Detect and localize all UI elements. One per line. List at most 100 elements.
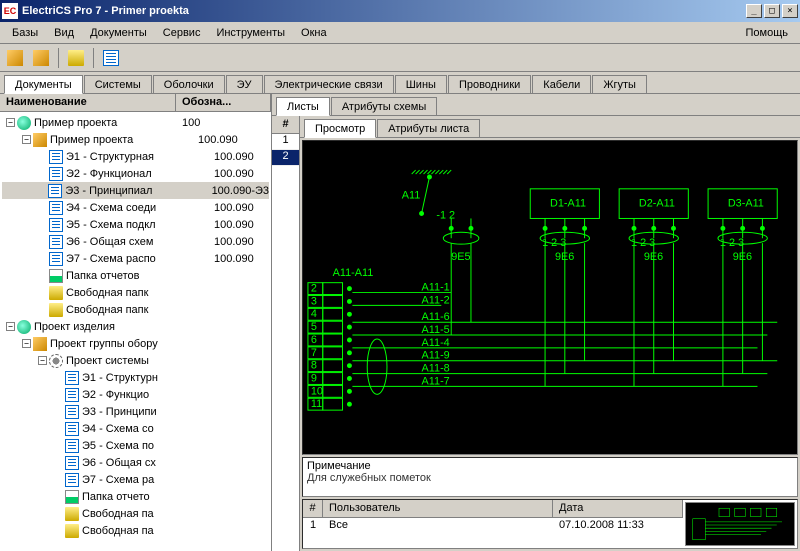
doc-icon xyxy=(65,405,79,419)
expand-icon[interactable]: − xyxy=(6,322,15,331)
col-name[interactable]: Наименование xyxy=(0,94,176,111)
expand-icon[interactable]: − xyxy=(38,356,47,365)
tree-row[interactable]: Свободная папк xyxy=(2,284,269,301)
main-tab-1[interactable]: Системы xyxy=(84,75,152,93)
main-tab-6[interactable]: Проводники xyxy=(448,75,531,93)
toolbar-btn-3[interactable] xyxy=(65,47,87,69)
doc-icon xyxy=(49,235,63,249)
svg-text:9: 9 xyxy=(311,372,317,384)
user-row[interactable]: 1 Все 07.10.2008 11:33 xyxy=(303,518,683,534)
expand-icon[interactable]: − xyxy=(22,339,31,348)
col-code[interactable]: Обозна... xyxy=(176,94,271,111)
tree-row[interactable]: Э3 - Принципи xyxy=(2,403,269,420)
main-tab-0[interactable]: Документы xyxy=(4,75,83,94)
tree-row[interactable]: Э5 - Схема по xyxy=(2,437,269,454)
col-num[interactable]: # xyxy=(303,500,323,517)
menu-okna[interactable]: Окна xyxy=(293,24,335,42)
main-tab-5[interactable]: Шины xyxy=(395,75,447,93)
tree-row[interactable]: −Пример проекта100.090 xyxy=(2,131,269,148)
svg-text:9E5: 9E5 xyxy=(451,251,470,263)
tree-item-name: Э5 - Схема подкл xyxy=(66,219,214,231)
main-tab-3[interactable]: ЭУ xyxy=(226,75,263,93)
sheet-list-header[interactable]: # xyxy=(272,116,299,134)
tree-columns: Наименование Обозна... xyxy=(0,94,271,112)
close-button[interactable]: × xyxy=(782,4,798,18)
project-tree[interactable]: −Пример проекта100−Пример проекта100.090… xyxy=(0,112,271,551)
col-user[interactable]: Пользователь xyxy=(323,500,553,517)
tree-item-name: Свободная папк xyxy=(66,287,214,299)
tree-row[interactable]: Э1 - Структурная100.090 xyxy=(2,148,269,165)
tree-item-name: Э4 - Схема соеди xyxy=(66,202,214,214)
box-icon xyxy=(33,133,47,147)
workspace: Наименование Обозна... −Пример проекта10… xyxy=(0,94,800,551)
tree-row[interactable]: Э5 - Схема подкл100.090 xyxy=(2,216,269,233)
maximize-button[interactable]: □ xyxy=(764,4,780,18)
user-table: # Пользователь Дата 1 Все 07.10.2008 11:… xyxy=(303,500,683,548)
sheet-thumbnail[interactable] xyxy=(685,502,795,546)
toolbar-btn-4[interactable] xyxy=(100,47,122,69)
right-pane: Листы Атрибуты схемы # 12 Просмотр Атриб… xyxy=(272,94,800,551)
doc-icon xyxy=(65,422,79,436)
tree-row[interactable]: Э6 - Общая схем100.090 xyxy=(2,233,269,250)
col-date[interactable]: Дата xyxy=(553,500,683,517)
main-tab-8[interactable]: Жгуты xyxy=(592,75,647,93)
menu-vid[interactable]: Вид xyxy=(46,24,82,42)
minimize-button[interactable]: _ xyxy=(746,4,762,18)
tree-row[interactable]: Э4 - Схема со xyxy=(2,420,269,437)
expand-icon[interactable]: − xyxy=(22,135,31,144)
main-tab-7[interactable]: Кабели xyxy=(532,75,591,93)
folder-icon xyxy=(49,286,63,300)
tree-row[interactable]: Свободная папк xyxy=(2,301,269,318)
sheet-row[interactable]: 2 xyxy=(272,150,299,166)
tree-row[interactable]: Э2 - Функцио xyxy=(2,386,269,403)
user-row-date: 07.10.2008 11:33 xyxy=(553,518,683,534)
menu-instrumenty[interactable]: Инструменты xyxy=(208,24,293,42)
doc-icon xyxy=(65,388,79,402)
tree-item-code: 100.090 xyxy=(214,151,254,163)
tree-row[interactable]: Э6 - Общая сх xyxy=(2,454,269,471)
tree-row[interactable]: −Проект группы обору xyxy=(2,335,269,352)
tree-row[interactable]: Э7 - Схема распо100.090 xyxy=(2,250,269,267)
tree-row[interactable]: Свободная па xyxy=(2,522,269,539)
tab-listy[interactable]: Листы xyxy=(276,97,330,116)
svg-text:6: 6 xyxy=(311,334,317,346)
tab-prosmotr[interactable]: Просмотр xyxy=(304,119,376,138)
tree-row[interactable]: Папка отчето xyxy=(2,488,269,505)
sheet-row[interactable]: 1 xyxy=(272,134,299,150)
expand-icon[interactable]: − xyxy=(6,118,15,127)
tree-row[interactable]: Э1 - Структурн xyxy=(2,369,269,386)
doc-icon xyxy=(65,456,79,470)
tab-atributy-lista[interactable]: Атрибуты листа xyxy=(377,119,480,137)
tree-row[interactable]: −Проект изделия xyxy=(2,318,269,335)
tree-row[interactable]: Э3 - Принципиал100.090-Э3 xyxy=(2,182,269,199)
menu-help[interactable]: Помощь xyxy=(738,24,797,42)
svg-text:A11-1: A11-1 xyxy=(422,282,450,294)
main-tab-4[interactable]: Электрические связи xyxy=(264,75,394,93)
tree-row[interactable]: −Пример проекта100 xyxy=(2,114,269,131)
tree-row[interactable]: Э4 - Схема соеди100.090 xyxy=(2,199,269,216)
folder-icon xyxy=(68,50,84,66)
tree-row[interactable]: Э7 - Схема ра xyxy=(2,471,269,488)
menu-dokumenty[interactable]: Документы xyxy=(82,24,155,42)
doc-icon xyxy=(49,252,63,266)
tree-row[interactable]: Э2 - Функционал100.090 xyxy=(2,165,269,182)
toolbar-btn-1[interactable] xyxy=(4,47,26,69)
globe-icon xyxy=(17,320,31,334)
svg-text:A11-2: A11-2 xyxy=(422,294,450,306)
doc-icon xyxy=(49,218,63,232)
tab-atributy-skhemy[interactable]: Атрибуты схемы xyxy=(331,97,437,115)
menu-bazy[interactable]: Базы xyxy=(4,24,46,42)
tree-row[interactable]: Папка отчетов xyxy=(2,267,269,284)
tree-item-name: Э4 - Схема со xyxy=(82,423,230,435)
doc-icon xyxy=(48,184,62,198)
doc-icon xyxy=(65,371,79,385)
tree-item-name: Свободная па xyxy=(82,508,230,520)
tree-row[interactable]: −Проект системы xyxy=(2,352,269,369)
folder-icon xyxy=(49,303,63,317)
tree-row[interactable]: Свободная па xyxy=(2,505,269,522)
main-tab-2[interactable]: Оболочки xyxy=(153,75,225,93)
toolbar-btn-2[interactable] xyxy=(30,47,52,69)
window-title: ElectriCS Pro 7 - Primer proekta xyxy=(22,5,746,17)
schematic-canvas[interactable]: A11-1 2D1-A111 2 39E6D2-A111 2 39E6D3-A1… xyxy=(302,140,798,455)
menu-servis[interactable]: Сервис xyxy=(155,24,209,42)
